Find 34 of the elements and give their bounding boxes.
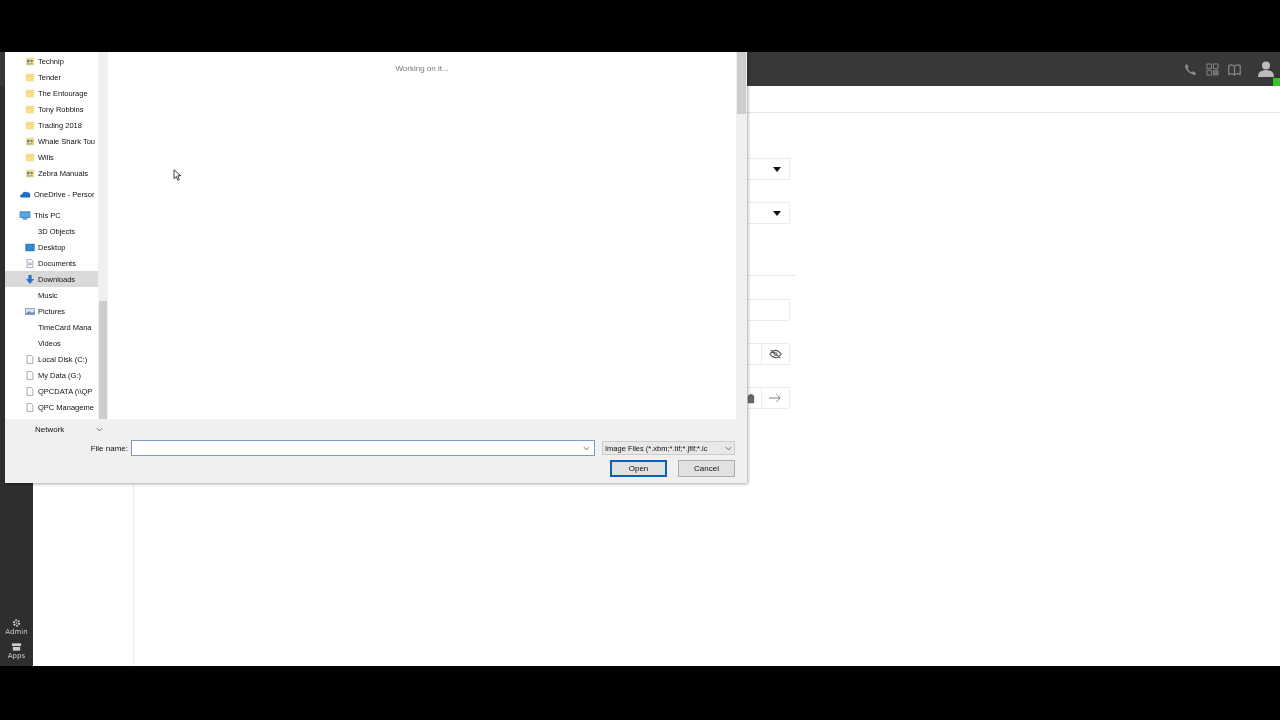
- cancel-button[interactable]: Cancel: [678, 460, 735, 477]
- scrollbar-thumb[interactable]: [737, 52, 746, 114]
- image-icon: [25, 306, 35, 316]
- nav-item[interactable]: Network: [35, 424, 65, 434]
- gear-icon: [11, 618, 22, 628]
- shared-folder-icon: [25, 168, 35, 178]
- box-icon: [11, 642, 22, 652]
- chevron-icon[interactable]: [96, 426, 103, 432]
- folder-icon: [25, 152, 35, 162]
- scrollbar-thumb[interactable]: [99, 301, 107, 419]
- clipboard-icon[interactable]: [747, 392, 755, 404]
- caret-icon[interactable]: [773, 210, 781, 216]
- field-label: File name:: [89, 443, 129, 453]
- status-indicator: [1273, 78, 1280, 86]
- document-icon: [25, 258, 35, 268]
- eye-slash-icon[interactable]: [769, 349, 782, 359]
- desktop-icon: [25, 242, 35, 252]
- monitor-icon: [19, 210, 31, 220]
- book-icon[interactable]: [1228, 62, 1241, 76]
- scrollbar[interactable]: [98, 52, 108, 419]
- user-icon[interactable]: [1258, 61, 1274, 77]
- caret-icon[interactable]: [773, 166, 781, 172]
- qr-code-icon[interactable]: [1206, 62, 1219, 76]
- shared-folder-icon: [25, 136, 35, 146]
- open-button[interactable]: Open: [610, 460, 667, 477]
- download-arrow-icon: [25, 274, 35, 284]
- scrollbar[interactable]: [736, 52, 747, 419]
- file-name-field[interactable]: [131, 440, 595, 456]
- phone-icon[interactable]: [1184, 62, 1197, 76]
- cursor-icon: [173, 169, 181, 181]
- arrow-right-icon[interactable]: [769, 393, 782, 403]
- status-text: Working on it...: [395, 64, 449, 73]
- cloud-icon: [19, 189, 31, 199]
- shared-folder-icon: [25, 56, 35, 66]
